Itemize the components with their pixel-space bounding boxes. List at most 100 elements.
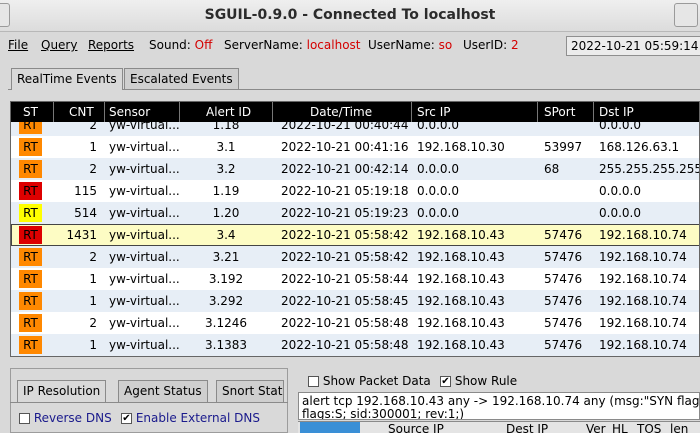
window-menu-button[interactable]	[0, 3, 10, 27]
cell-alert-id: 1.19	[212, 184, 240, 198]
table-row[interactable]: RT 1 yw-virtual... 3.1383 2022-10-21 05:58:4…	[11, 334, 699, 356]
menu-query[interactable]: Query	[41, 38, 77, 52]
column-header-src-ip[interactable]: Src IP	[417, 105, 450, 119]
cell-sensor: yw-virtual...	[109, 184, 180, 198]
show-packet-data-option[interactable]: Show Packet Data	[308, 374, 431, 388]
packet-header-marker	[300, 422, 360, 433]
packet-column-tos: TOS	[637, 422, 662, 433]
tab-realtime-events[interactable]: RealTime Events	[11, 68, 123, 90]
column-header-st[interactable]: ST	[23, 105, 38, 119]
user-name-value: so	[438, 38, 453, 52]
cell-src-ip: 192.168.10.43	[417, 250, 505, 264]
cell-src-ip: 192.168.10.30	[417, 140, 505, 154]
table-row[interactable]: RT 2 yw-virtual... 3.2 2022-10-21 00:42:14 0.…	[11, 158, 699, 180]
status-badge[interactable]: RT	[19, 314, 42, 332]
cell-src-ip: 0.0.0.0	[417, 162, 459, 176]
show-packet-data-checkbox[interactable]	[308, 376, 319, 387]
packet-column-hl: HL	[612, 422, 628, 433]
show-packet-data-label: Show Packet Data	[322, 374, 431, 388]
cell-sport: 57476	[544, 316, 583, 330]
cell-dst-ip: 0.0.0.0	[599, 206, 641, 220]
sound-value: Off	[194, 38, 213, 52]
cell-sport: 57476	[544, 294, 583, 308]
status-badge[interactable]: RT	[19, 160, 42, 178]
rule-text-box[interactable]: alert tcp 192.168.10.43 any -> 192.168.1…	[298, 392, 700, 420]
reverse-dns-label: Reverse DNS	[33, 411, 112, 425]
tab-ip-resolution[interactable]: IP Resolution	[17, 380, 107, 402]
table-row[interactable]: RT 1 yw-virtual... 3.192 2022-10-21 05:58:44…	[11, 268, 699, 290]
cell-sensor: yw-virtual...	[109, 228, 180, 242]
tab-escalated-events[interactable]: Escalated Events	[124, 68, 239, 90]
status-badge[interactable]: RT	[19, 248, 42, 266]
cell-datetime: 2022-10-21 00:42:14	[281, 162, 409, 176]
cell-dst-ip: 192.168.10.74	[599, 228, 687, 242]
cell-datetime: 2022-10-21 05:19:23	[281, 206, 409, 220]
cell-sensor: yw-virtual...	[109, 206, 180, 220]
show-rule-checkbox[interactable]: ✔	[440, 376, 451, 387]
menu-file[interactable]: File	[8, 38, 28, 52]
clock-display: 2022-10-21 05:59:14 GMT	[566, 36, 700, 56]
show-rule-option[interactable]: ✔ Show Rule	[440, 374, 517, 388]
cell-sensor: yw-virtual...	[109, 316, 180, 330]
menu-reports[interactable]: Reports	[88, 38, 134, 52]
table-row[interactable]: RT 1 yw-virtual... 3.292 2022-10-21 05:58:45…	[11, 290, 699, 312]
status-badge[interactable]: RT	[19, 182, 42, 200]
cell-dst-ip: 0.0.0.0	[599, 184, 641, 198]
status-badge[interactable]: RT	[19, 138, 42, 156]
table-row[interactable]: RT 115 yw-virtual... 1.19 2022-10-21 05:19:1…	[11, 180, 699, 202]
status-badge[interactable]: RT	[19, 336, 42, 354]
cell-alert-id: 3.2	[216, 162, 236, 176]
column-header-alert-id[interactable]: Alert ID	[206, 105, 251, 119]
column-header-dst-ip[interactable]: Dst IP	[599, 105, 634, 119]
cell-datetime: 2022-10-21 05:58:45	[281, 294, 409, 308]
status-badge[interactable]: RT	[19, 204, 42, 222]
cell-src-ip: 192.168.10.43	[417, 272, 505, 286]
cell-dst-ip: 192.168.10.74	[599, 294, 687, 308]
server-name-label: ServerName:	[224, 38, 303, 52]
table-row[interactable]: RT 514 yw-virtual... 1.20 2022-10-21 05:19:2…	[11, 202, 699, 224]
close-button[interactable]	[674, 3, 698, 27]
events-table[interactable]: RT 2 yw-virtual... 1.18 2022-10-21 00:40:44 0…	[10, 101, 700, 357]
cell-alert-id: 3.4	[216, 228, 236, 242]
cell-datetime: 2022-10-21 05:58:42	[281, 228, 409, 242]
status-badge[interactable]: RT	[19, 270, 42, 288]
cell-sport: 57476	[544, 250, 583, 264]
table-row[interactable]: RT 1 yw-virtual... 3.1 2022-10-21 00:41:16 19…	[11, 136, 699, 158]
show-rule-label: Show Rule	[454, 374, 518, 388]
cell-datetime: 2022-10-21 00:41:16	[281, 140, 409, 154]
column-header-cnt[interactable]: CNT	[69, 105, 94, 119]
title-bar: SGUIL-0.9.0 - Connected To localhost	[0, 0, 700, 32]
cell-src-ip: 192.168.10.43	[417, 316, 505, 330]
reverse-dns-option[interactable]: Reverse DNS	[19, 411, 112, 425]
status-badge[interactable]: RT	[19, 292, 42, 310]
column-header-sport[interactable]: SPort	[544, 105, 575, 119]
table-row[interactable]: RT 1431 yw-virtual... 3.4 2022-10-21 05:58:4…	[11, 224, 699, 246]
reverse-dns-checkbox[interactable]	[19, 413, 30, 424]
column-header-datetime[interactable]: Date/Time	[310, 105, 372, 119]
table-row[interactable]: RT 2 yw-virtual... 3.21 2022-10-21 05:58:42 1…	[11, 246, 699, 268]
cell-cnt: 1	[89, 272, 97, 286]
cell-sensor: yw-virtual...	[109, 162, 180, 176]
external-dns-option[interactable]: ✔ Enable External DNS	[121, 411, 260, 425]
tab-agent-status[interactable]: Agent Status	[118, 380, 208, 402]
cell-cnt: 2	[89, 162, 97, 176]
table-row[interactable]: RT 2 yw-virtual... 3.1246 2022-10-21 05:58:4…	[11, 312, 699, 334]
cell-src-ip: 192.168.10.43	[417, 294, 505, 308]
status-badge[interactable]: RT	[19, 226, 42, 244]
cell-cnt: 1	[89, 338, 97, 352]
cell-sport: 57476	[544, 272, 583, 286]
cell-alert-id: 3.1	[216, 140, 236, 154]
cell-datetime: 2022-10-21 05:58:48	[281, 338, 409, 352]
tab-snort-stats[interactable]: Snort Stat	[216, 380, 284, 402]
sound-status[interactable]: Sound: Off	[149, 38, 212, 52]
cell-alert-id: 3.1246	[205, 316, 247, 330]
cell-cnt: 2	[89, 250, 97, 264]
packet-header-table: Source IP Dest IP Ver HL TOS len	[298, 421, 700, 433]
cell-sensor: yw-virtual...	[109, 294, 180, 308]
window-title: SGUIL-0.9.0 - Connected To localhost	[204, 7, 496, 23]
external-dns-checkbox[interactable]: ✔	[121, 413, 132, 424]
column-header-sensor[interactable]: Sensor	[109, 105, 150, 119]
cell-alert-id: 3.292	[208, 294, 244, 308]
cell-datetime: 2022-10-21 05:19:18	[281, 184, 409, 198]
packet-column-ver: Ver	[586, 422, 606, 433]
